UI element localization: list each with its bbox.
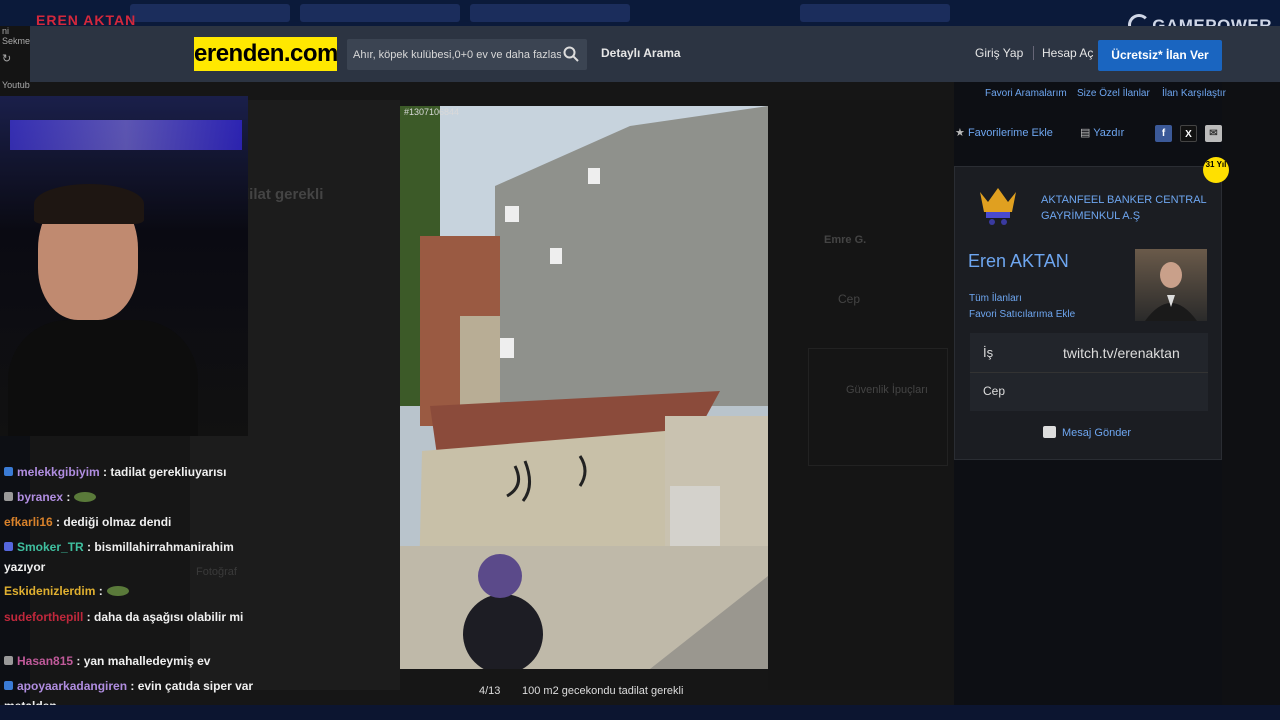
search-icon[interactable] [563, 46, 579, 67]
crown-logo-icon [976, 182, 1020, 231]
search-box [347, 39, 587, 70]
facebook-share-icon[interactable]: f [1155, 125, 1172, 142]
chat-username[interactable]: apoyaarkadangiren [17, 679, 127, 693]
email-share-icon[interactable]: ✉ [1205, 125, 1222, 142]
chat-text: : tadilat gerekliuyarısı [99, 465, 227, 479]
safety-title-fragment: Güvenlik İpuçları [846, 384, 928, 396]
site-logo[interactable]: erenden.com [194, 37, 338, 71]
send-message-label: Mesaj Gönder [1062, 427, 1132, 439]
signup-link[interactable]: Hesap Aç [1033, 46, 1093, 60]
chat-badge-icon [4, 656, 13, 665]
chat-message: Hasan815 : yan mahalledeymiş ev [4, 651, 262, 671]
chat-message: byranex : [4, 487, 262, 507]
chat-text: : yan mahalledeymiş ev [73, 654, 211, 668]
message-icon [1043, 426, 1056, 438]
work-phone-label: İş [983, 345, 994, 360]
chat-message: Smoker_TR : bismillahirrahmanirahim yazı… [4, 537, 262, 577]
chat-badge-icon [4, 542, 13, 551]
seller-all-ads-link[interactable]: Tüm İlanları [969, 293, 1022, 304]
years-badge: 31 Yıl [1203, 157, 1229, 183]
browser-tab[interactable] [800, 4, 950, 22]
print-button[interactable]: ▤ Yazdır [1080, 126, 1124, 139]
listing-id: #1307106844 [404, 107, 460, 117]
chat-emote-icon [106, 586, 129, 596]
chat-text: : dediği olmaz dendi [52, 515, 172, 529]
search-input[interactable] [353, 39, 561, 70]
print-label: Yazdır [1093, 127, 1125, 139]
chat-message: efkarli16 : dediği olmaz dendi [4, 512, 262, 532]
favorite-searches-link[interactable]: Favori Aramalarım [985, 88, 1067, 99]
reload-icon[interactable]: ↻ [2, 52, 11, 65]
chat-text: : [95, 584, 103, 598]
chat-badge-icon [4, 492, 13, 501]
chat-message: sudeforthepill : daha da aşağısı olabili… [4, 607, 262, 627]
x-share-icon[interactable]: X [1180, 125, 1197, 142]
chat-text: : [63, 490, 71, 504]
chat-message: melekkgibiyim : tadilat gerekliuyarısı [4, 462, 262, 482]
printer-icon: ▤ [1080, 127, 1091, 139]
seller-company[interactable]: AKTANFEEL BANKER CENTRAL GAYRİMENKUL A.Ş [1041, 192, 1221, 224]
phone-label-fragment: Cep [838, 292, 861, 306]
login-link[interactable]: Giriş Yap [975, 46, 1023, 60]
mobile-phone-label: Cep [983, 384, 1006, 398]
chat-username[interactable]: byranex [17, 490, 63, 504]
chat-badge-icon [4, 681, 13, 690]
add-favorite-label: Favorilerime Ekle [967, 127, 1053, 139]
webcam-person-body [8, 320, 198, 436]
photo-counter: 4/13 [479, 685, 501, 697]
chat-badge-icon [4, 467, 13, 476]
special-ads-link[interactable]: Size Özel İlanlar [1077, 88, 1150, 99]
chat-username[interactable]: Eskidenizlerdim [4, 584, 95, 598]
chat-text: : daha da aşağısı olabilir mi [83, 610, 244, 624]
browser-tab-strip [0, 0, 1280, 26]
star-icon: ★ [955, 127, 965, 139]
seller-avatar [1135, 249, 1207, 321]
tab-fragment: ni Sekme [2, 26, 31, 46]
chat-emote-icon [74, 492, 97, 502]
detailed-search-link[interactable]: Detaylı Arama [601, 46, 681, 60]
right-margin [1222, 82, 1280, 720]
compare-ads-link[interactable]: İlan Karşılaştır [1162, 88, 1226, 99]
chat-username[interactable]: Hasan815 [17, 654, 73, 668]
browser-tab[interactable] [470, 4, 630, 22]
listing-title-fragment: dilat gerekli [240, 186, 324, 203]
safety-box-fragment [808, 348, 948, 466]
webcam-led-light [10, 120, 242, 150]
stream-chat: melekkgibiyim : tadilat gerekliuyarısı by… [0, 460, 265, 720]
chat-username[interactable]: melekkgibiyim [17, 465, 100, 479]
add-favorite-button[interactable]: ★ Favorilerime Ekle [955, 126, 1053, 139]
photo-caption: 100 m2 gecekondu tadilat gerekli [522, 685, 684, 697]
browser-tab[interactable] [300, 4, 460, 22]
add-favorite-seller-link[interactable]: Favori Satıcılarıma Ekle [969, 309, 1075, 320]
webcam-person-hair [34, 184, 144, 224]
agent-fragment: Emre G. [824, 234, 867, 246]
chat-username[interactable]: Smoker_TR [17, 540, 84, 554]
listing-photo[interactable] [400, 106, 768, 669]
seller-name[interactable]: Eren AKTAN [968, 251, 1069, 272]
chat-username[interactable]: sudeforthepill [4, 610, 83, 624]
post-ad-button[interactable]: Ücretsiz* İlan Ver [1098, 40, 1222, 71]
chat-username[interactable]: efkarli16 [4, 515, 53, 529]
chat-message: Eskidenizlerdim : [4, 581, 262, 601]
listing-right-dimmed: Emre G. Cep Güvenlik İpuçları [768, 100, 954, 690]
send-message-button[interactable]: Mesaj Gönder [1043, 426, 1131, 439]
work-phone-value: twitch.tv/erenaktan [1063, 345, 1180, 361]
bottom-overlay-strip [0, 705, 1280, 720]
browser-tab[interactable] [130, 4, 290, 22]
browser-side-fragment: ni Sekme ↻ Youtube [0, 26, 35, 96]
